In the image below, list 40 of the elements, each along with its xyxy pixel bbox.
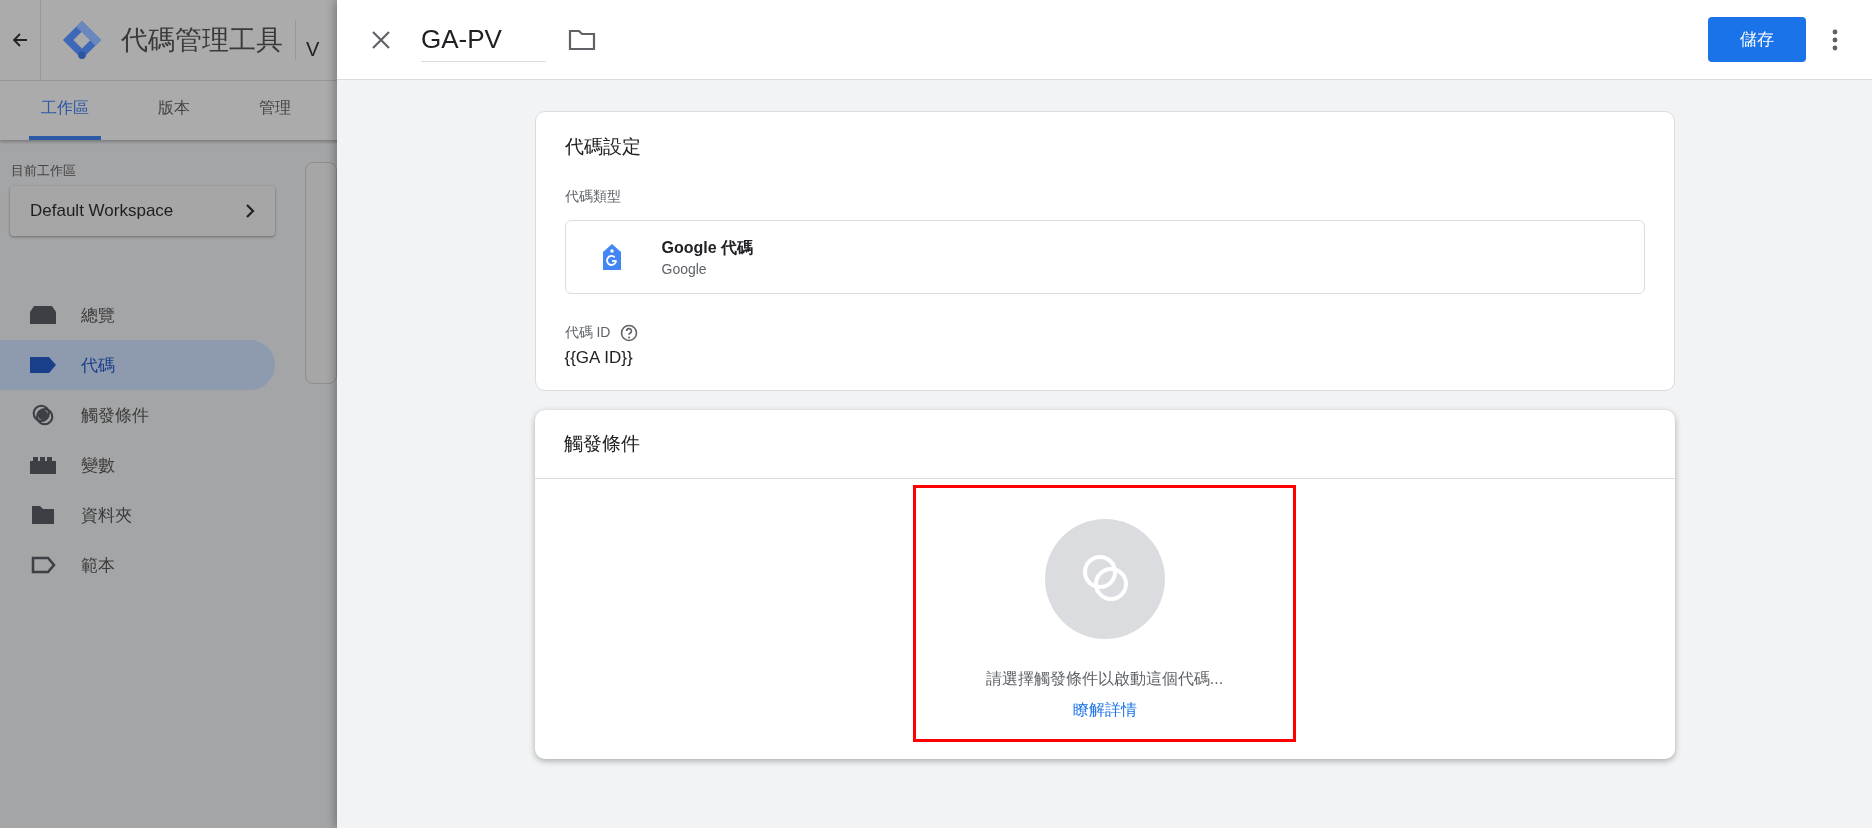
learn-more-link[interactable]: 瞭解詳情 bbox=[1072, 700, 1137, 721]
nav-tab[interactable]: 管理 bbox=[247, 81, 303, 140]
workspace-label: 目前工作區 bbox=[11, 162, 77, 180]
field-value: {{GA ID}} bbox=[564, 348, 634, 368]
tag-icon bbox=[601, 243, 622, 271]
field-label: 代碼類型 bbox=[564, 188, 622, 206]
circles-icon bbox=[30, 404, 56, 426]
card-heading: 觸發條件 bbox=[563, 432, 640, 456]
trigger-icon bbox=[1044, 519, 1165, 639]
label-icon bbox=[30, 354, 56, 376]
app-title: 代碼管理工具 bbox=[121, 24, 283, 57]
help-icon[interactable] bbox=[620, 324, 639, 342]
sidebar-item[interactable]: 代碼 bbox=[0, 340, 275, 390]
save-button[interactable]: 儲存 bbox=[1708, 17, 1806, 62]
nav-tab[interactable]: 版本 bbox=[146, 81, 202, 140]
nav-tab[interactable]: 工作區 bbox=[29, 81, 101, 140]
sidebar-item[interactable]: 總覽 bbox=[0, 290, 275, 340]
sidebar-item[interactable]: 變數 bbox=[0, 440, 275, 490]
tag-type-selector[interactable]: Google 代碼 Google bbox=[564, 220, 1645, 294]
label-outline-icon bbox=[30, 554, 56, 576]
folder-icon bbox=[30, 504, 56, 526]
chevron-right-icon bbox=[245, 203, 255, 219]
sidebar-item[interactable]: 範本 bbox=[0, 540, 275, 590]
back-arrow-icon[interactable] bbox=[12, 32, 28, 48]
tag-name-field[interactable]: GA-PV bbox=[421, 17, 546, 62]
sidebar-item[interactable]: 資料夾 bbox=[0, 490, 275, 540]
workspace-selector[interactable]: Default Workspace bbox=[10, 186, 275, 236]
field-label: 代碼 ID bbox=[564, 324, 611, 342]
tag-type-name: Google 代碼 bbox=[661, 237, 754, 258]
folder-icon[interactable] bbox=[568, 27, 596, 52]
tag-type-vendor: Google bbox=[661, 260, 708, 277]
inbox-icon bbox=[30, 304, 56, 326]
card-heading: 代碼設定 bbox=[564, 135, 642, 159]
more-icon[interactable] bbox=[1832, 27, 1838, 52]
blocks-icon bbox=[30, 454, 56, 476]
empty-message: 請選擇觸發條件以啟動這個代碼... bbox=[985, 669, 1224, 689]
logo-icon bbox=[61, 19, 103, 61]
container-name: V bbox=[306, 37, 320, 61]
highlight-box[interactable]: 請選擇觸發條件以啟動這個代碼... 瞭解詳情 bbox=[913, 485, 1296, 742]
sidebar-item[interactable]: 觸發條件 bbox=[0, 390, 275, 440]
